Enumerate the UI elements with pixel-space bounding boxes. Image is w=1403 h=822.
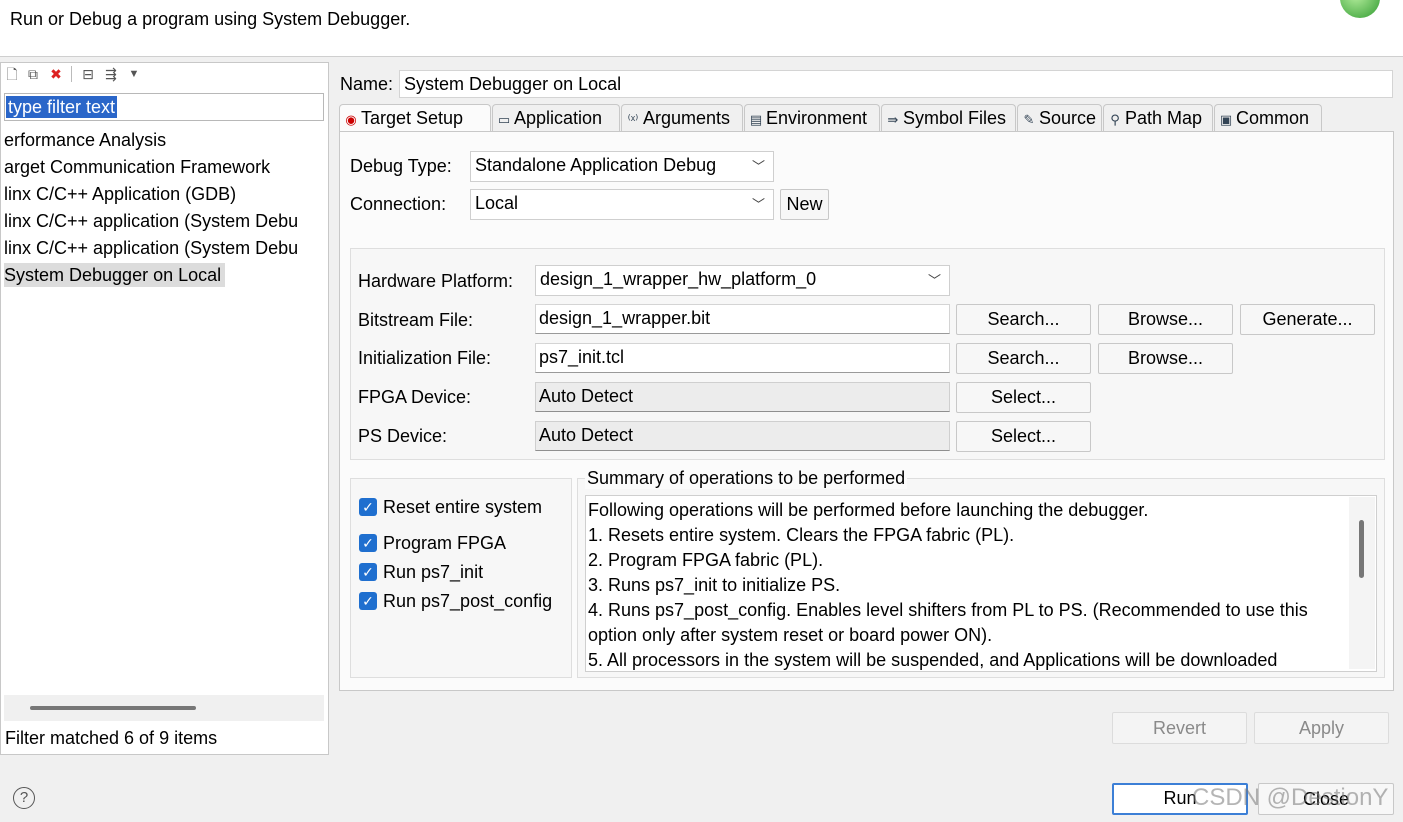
name-label: Name:	[340, 74, 394, 94]
connection-select[interactable]: Local ﹀	[470, 189, 774, 220]
target-icon: ◉	[345, 112, 357, 127]
delete-icon[interactable]: ✖	[48, 66, 64, 82]
ps-device-field: Auto Detect	[535, 421, 950, 451]
checkbox-checked-icon[interactable]: ✓	[359, 498, 377, 516]
new-connection-button[interactable]: New	[780, 189, 829, 220]
help-icon[interactable]: ?	[13, 787, 35, 809]
collapse-all-icon[interactable]: ⊟	[80, 66, 96, 82]
ps-device-label: PS Device:	[358, 426, 448, 446]
chevron-down-icon: ﹀	[927, 273, 941, 288]
generate-button[interactable]: Generate...	[1240, 304, 1375, 335]
run-ps7-init-checkbox-label[interactable]: Run ps7_init	[383, 562, 483, 583]
filter-placeholder[interactable]: type filter text	[6, 96, 118, 118]
common-icon: ▣	[1219, 112, 1233, 127]
summary-textarea[interactable]: Following operations will be performed b…	[585, 495, 1377, 672]
path-map-icon: ⚲	[1110, 112, 1120, 127]
fpga-device-label: FPGA Device:	[358, 387, 472, 407]
run-ps7-post-config-checkbox-label[interactable]: Run ps7_post_config	[383, 591, 552, 612]
tab-common[interactable]: ▣ Common	[1214, 104, 1322, 132]
tree-item[interactable]: erformance Analysis	[4, 128, 326, 152]
filter-icon[interactable]: ⇶	[103, 66, 119, 82]
environment-icon: ▤	[749, 112, 763, 127]
chevron-down-icon: ﹀	[751, 197, 765, 212]
symbol-files-icon: ⇛	[887, 112, 899, 127]
tree-item[interactable]: linx C/C++ Application (GDB)	[4, 182, 326, 206]
summary-title: Summary of operations to be performed	[585, 468, 908, 489]
chevron-down-icon: ﹀	[751, 159, 765, 174]
hardware-platform-select[interactable]: design_1_wrapper_hw_platform_0 ﹀	[535, 265, 950, 296]
tab-environment[interactable]: ▤ Environment	[744, 104, 880, 132]
config-name-field[interactable]: System Debugger on Local	[399, 70, 1393, 98]
arguments-icon: ⁽ˣ⁾	[627, 112, 639, 127]
ps-select-button[interactable]: Select...	[956, 421, 1091, 452]
dropdown-icon[interactable]: ▼	[126, 66, 142, 82]
fpga-device-field: Auto Detect	[535, 382, 950, 412]
tab-symbol-files[interactable]: ⇛ Symbol Files	[881, 104, 1016, 132]
init-search-button[interactable]: Search...	[956, 343, 1091, 374]
application-icon: ▭	[497, 112, 511, 127]
fpga-select-button[interactable]: Select...	[956, 382, 1091, 413]
filter-status: Filter matched 6 of 9 items	[5, 728, 218, 748]
connection-label: Connection:	[350, 194, 447, 214]
apply-button[interactable]: Apply	[1254, 712, 1389, 744]
summary-scrollbar-thumb[interactable]	[1359, 520, 1364, 578]
tree-item-selected[interactable]: System Debugger on Local	[4, 263, 226, 287]
summary-text: Following operations will be performed b…	[588, 500, 1308, 670]
tree-item[interactable]: arget Communication Framework	[4, 155, 326, 179]
tab-application[interactable]: ▭ Application	[492, 104, 620, 132]
checkbox-checked-icon[interactable]: ✓	[359, 592, 377, 610]
bitstream-field[interactable]: design_1_wrapper.bit	[535, 304, 950, 334]
reset-system-checkbox-label[interactable]: Reset entire system	[383, 497, 542, 518]
program-fpga-checkbox-label[interactable]: Program FPGA	[383, 533, 506, 554]
source-icon: ✎	[1023, 112, 1035, 127]
tree-item[interactable]: linx C/C++ application (System Debu	[4, 209, 326, 233]
init-file-label: Initialization File:	[358, 348, 492, 368]
init-file-field[interactable]: ps7_init.tcl	[535, 343, 950, 373]
dialog-message: Run or Debug a program using System Debu…	[10, 9, 411, 29]
hardware-platform-label: Hardware Platform:	[358, 271, 514, 291]
bitstream-browse-button[interactable]: Browse...	[1098, 304, 1233, 335]
debug-type-select[interactable]: Standalone Application Debug ﹀	[470, 151, 774, 182]
new-config-icon[interactable]: 🗋	[4, 66, 20, 82]
revert-button[interactable]: Revert	[1112, 712, 1247, 744]
bitstream-search-button[interactable]: Search...	[956, 304, 1091, 335]
toolbar-divider	[71, 66, 72, 82]
horizontal-scrollbar-thumb[interactable]	[30, 706, 196, 710]
tab-target-setup[interactable]: ◉ Target Setup	[339, 104, 491, 132]
debug-type-label: Debug Type:	[350, 156, 452, 176]
tab-source[interactable]: ✎ Source	[1017, 104, 1102, 132]
checkbox-checked-icon[interactable]: ✓	[359, 563, 377, 581]
tree-item[interactable]: linx C/C++ application (System Debu	[4, 236, 326, 260]
init-browse-button[interactable]: Browse...	[1098, 343, 1233, 374]
tab-arguments[interactable]: ⁽ˣ⁾ Arguments	[621, 104, 743, 132]
duplicate-icon[interactable]: ⧉	[25, 66, 41, 82]
watermark: CSDN @DestionY	[1192, 784, 1389, 811]
checkbox-checked-icon[interactable]: ✓	[359, 534, 377, 552]
bitstream-label: Bitstream File:	[358, 310, 474, 330]
tab-path-map[interactable]: ⚲ Path Map	[1103, 104, 1213, 132]
